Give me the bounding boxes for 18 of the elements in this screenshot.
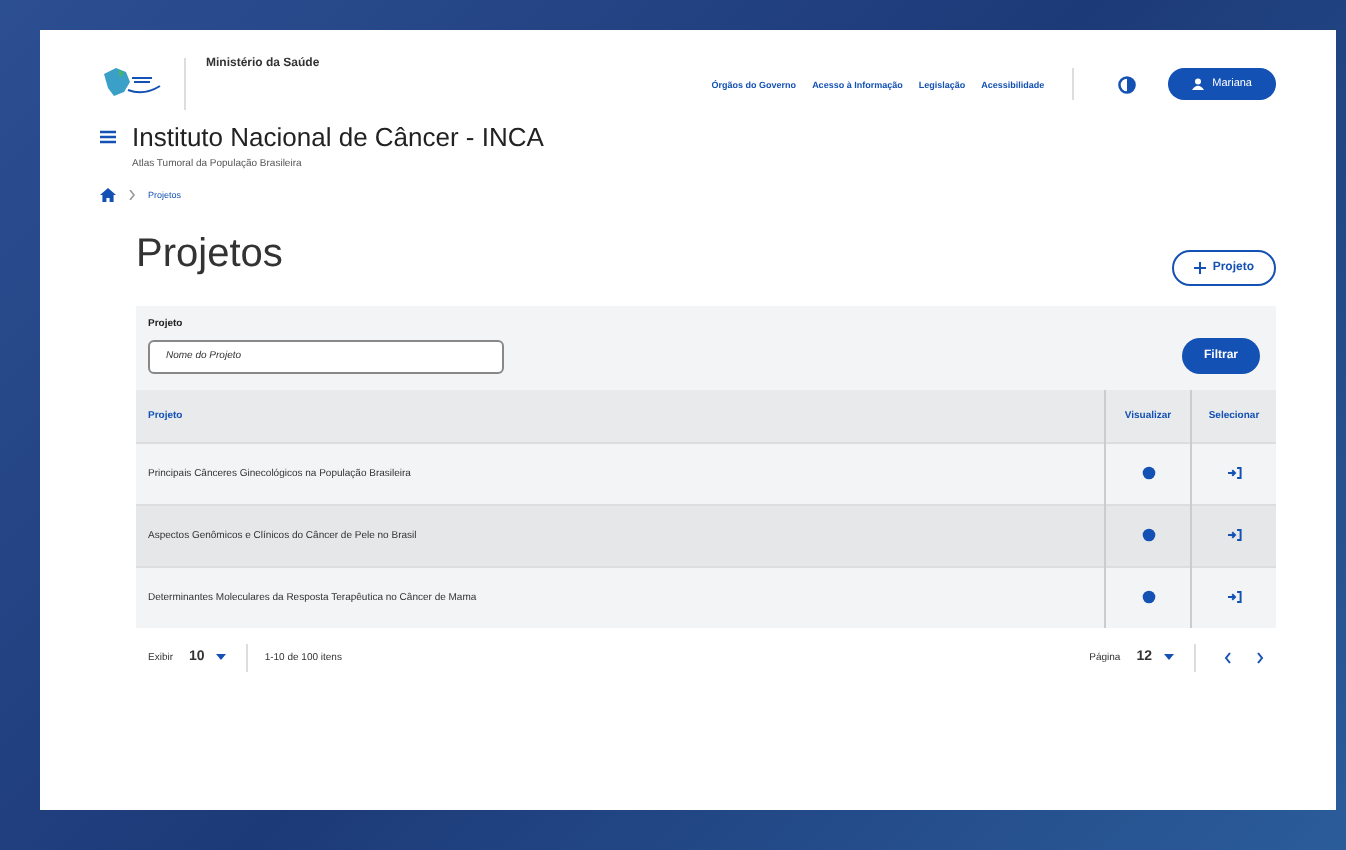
sign-in-icon[interactable] <box>1227 590 1241 604</box>
contrast-icon[interactable] <box>1118 75 1137 93</box>
menu-icon[interactable] <box>100 130 116 144</box>
sign-in-icon[interactable] <box>1227 528 1241 542</box>
previous-icon[interactable] <box>1224 651 1232 663</box>
view-icon[interactable] <box>1141 528 1155 542</box>
view-icon[interactable] <box>1141 466 1155 480</box>
caret-icon[interactable] <box>216 654 227 660</box>
page-title: Projetos <box>136 231 283 277</box>
view-icon[interactable] <box>1141 590 1155 604</box>
next-icon[interactable] <box>1256 651 1264 663</box>
caret-icon[interactable] <box>1164 654 1174 660</box>
user-icon <box>1192 78 1205 90</box>
site-title: Instituto Nacional de Câncer - INCA <box>132 122 544 152</box>
chevron-icon <box>128 190 136 200</box>
plus-icon <box>1194 262 1207 274</box>
sign-in-icon[interactable] <box>1227 466 1241 480</box>
home-icon[interactable] <box>100 188 116 202</box>
